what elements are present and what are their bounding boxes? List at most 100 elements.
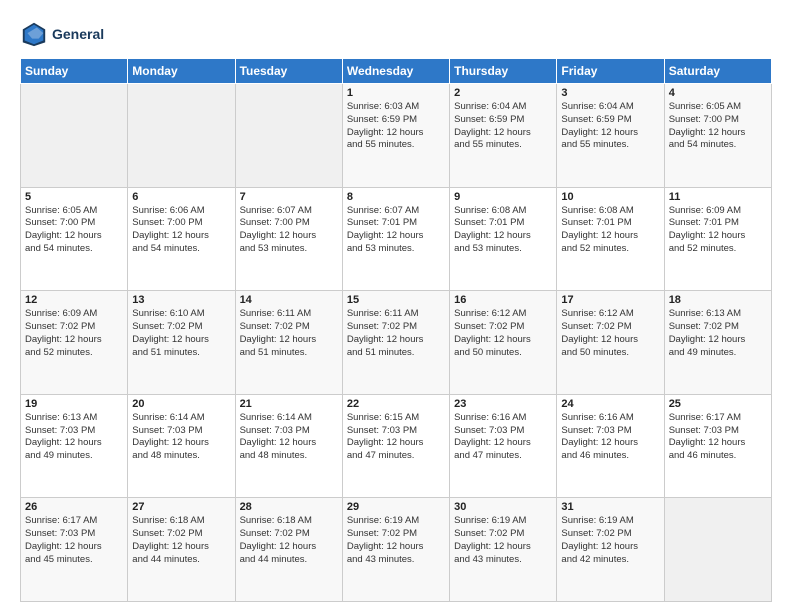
day-info: Sunrise: 6:17 AMSunset: 7:03 PMDaylight:… xyxy=(669,412,767,463)
day-cell: 9 Sunrise: 6:08 AMSunset: 7:01 PMDaylight… xyxy=(450,187,557,291)
day-number: 29 xyxy=(347,501,445,513)
day-number: 5 xyxy=(25,191,123,203)
day-cell: 19 Sunrise: 6:13 AMSunset: 7:03 PMDayligh… xyxy=(21,394,128,498)
day-info: Sunrise: 6:07 AMSunset: 7:00 PMDaylight:… xyxy=(240,205,338,256)
day-number: 19 xyxy=(25,398,123,410)
day-info: Sunrise: 6:06 AMSunset: 7:00 PMDaylight:… xyxy=(132,205,230,256)
day-info: Sunrise: 6:18 AMSunset: 7:02 PMDaylight:… xyxy=(132,515,230,566)
day-number: 31 xyxy=(561,501,659,513)
day-cell: 16 Sunrise: 6:12 AMSunset: 7:02 PMDayligh… xyxy=(450,291,557,395)
day-number: 7 xyxy=(240,191,338,203)
day-info: Sunrise: 6:08 AMSunset: 7:01 PMDaylight:… xyxy=(454,205,552,256)
week-row: 1 Sunrise: 6:03 AMSunset: 6:59 PMDaylight… xyxy=(21,84,772,188)
day-cell: 7 Sunrise: 6:07 AMSunset: 7:00 PMDaylight… xyxy=(235,187,342,291)
day-info: Sunrise: 6:13 AMSunset: 7:02 PMDaylight:… xyxy=(669,308,767,359)
day-cell: 1 Sunrise: 6:03 AMSunset: 6:59 PMDaylight… xyxy=(342,84,449,188)
day-info: Sunrise: 6:18 AMSunset: 7:02 PMDaylight:… xyxy=(240,515,338,566)
day-number: 13 xyxy=(132,294,230,306)
day-info: Sunrise: 6:04 AMSunset: 6:59 PMDaylight:… xyxy=(561,101,659,152)
day-cell: 18 Sunrise: 6:13 AMSunset: 7:02 PMDayligh… xyxy=(664,291,771,395)
day-info: Sunrise: 6:05 AMSunset: 7:00 PMDaylight:… xyxy=(25,205,123,256)
day-number: 18 xyxy=(669,294,767,306)
day-info: Sunrise: 6:11 AMSunset: 7:02 PMDaylight:… xyxy=(347,308,445,359)
logo: General xyxy=(20,20,104,48)
day-number: 4 xyxy=(669,87,767,99)
day-cell: 31Sunrise: 6:19 AMSunset: 7:02 PMDayligh… xyxy=(557,498,664,602)
day-number: 10 xyxy=(561,191,659,203)
day-header-saturday: Saturday xyxy=(664,59,771,84)
day-cell: 23 Sunrise: 6:16 AMSunset: 7:03 PMDayligh… xyxy=(450,394,557,498)
day-info: Sunrise: 6:12 AMSunset: 7:02 PMDaylight:… xyxy=(561,308,659,359)
day-header-wednesday: Wednesday xyxy=(342,59,449,84)
day-info: Sunrise: 6:10 AMSunset: 7:02 PMDaylight:… xyxy=(132,308,230,359)
day-number: 14 xyxy=(240,294,338,306)
day-cell: 24 Sunrise: 6:16 AMSunset: 7:03 PMDayligh… xyxy=(557,394,664,498)
day-cell xyxy=(235,84,342,188)
calendar-table: SundayMondayTuesdayWednesdayThursdayFrid… xyxy=(20,58,772,602)
day-number: 30 xyxy=(454,501,552,513)
day-info: Sunrise: 6:19 AMSunset: 7:02 PMDaylight:… xyxy=(454,515,552,566)
day-cell xyxy=(128,84,235,188)
page: General SundayMondayTuesdayWednesdayThur… xyxy=(0,0,792,612)
day-header-friday: Friday xyxy=(557,59,664,84)
day-cell: 12Sunrise: 6:09 AMSunset: 7:02 PMDayligh… xyxy=(21,291,128,395)
day-number: 27 xyxy=(132,501,230,513)
day-cell: 17 Sunrise: 6:12 AMSunset: 7:02 PMDayligh… xyxy=(557,291,664,395)
day-info: Sunrise: 6:03 AMSunset: 6:59 PMDaylight:… xyxy=(347,101,445,152)
day-info: Sunrise: 6:11 AMSunset: 7:02 PMDaylight:… xyxy=(240,308,338,359)
day-cell: 25 Sunrise: 6:17 AMSunset: 7:03 PMDayligh… xyxy=(664,394,771,498)
day-cell xyxy=(21,84,128,188)
day-cell: 3 Sunrise: 6:04 AMSunset: 6:59 PMDaylight… xyxy=(557,84,664,188)
day-info: Sunrise: 6:13 AMSunset: 7:03 PMDaylight:… xyxy=(25,412,123,463)
day-number: 17 xyxy=(561,294,659,306)
day-info: Sunrise: 6:12 AMSunset: 7:02 PMDaylight:… xyxy=(454,308,552,359)
day-cell: 15 Sunrise: 6:11 AMSunset: 7:02 PMDayligh… xyxy=(342,291,449,395)
day-cell: 20 Sunrise: 6:14 AMSunset: 7:03 PMDayligh… xyxy=(128,394,235,498)
day-number: 15 xyxy=(347,294,445,306)
day-info: Sunrise: 6:15 AMSunset: 7:03 PMDaylight:… xyxy=(347,412,445,463)
day-info: Sunrise: 6:09 AMSunset: 7:01 PMDaylight:… xyxy=(669,205,767,256)
week-row: 12Sunrise: 6:09 AMSunset: 7:02 PMDayligh… xyxy=(21,291,772,395)
day-cell: 26Sunrise: 6:17 AMSunset: 7:03 PMDayligh… xyxy=(21,498,128,602)
day-cell: 10 Sunrise: 6:08 AMSunset: 7:01 PMDayligh… xyxy=(557,187,664,291)
day-number: 25 xyxy=(669,398,767,410)
logo-icon xyxy=(20,20,48,48)
day-number: 9 xyxy=(454,191,552,203)
day-number: 16 xyxy=(454,294,552,306)
day-cell: 11 Sunrise: 6:09 AMSunset: 7:01 PMDayligh… xyxy=(664,187,771,291)
day-number: 23 xyxy=(454,398,552,410)
day-header-monday: Monday xyxy=(128,59,235,84)
day-number: 24 xyxy=(561,398,659,410)
day-info: Sunrise: 6:16 AMSunset: 7:03 PMDaylight:… xyxy=(561,412,659,463)
day-info: Sunrise: 6:07 AMSunset: 7:01 PMDaylight:… xyxy=(347,205,445,256)
day-number: 21 xyxy=(240,398,338,410)
day-cell: 4 Sunrise: 6:05 AMSunset: 7:00 PMDaylight… xyxy=(664,84,771,188)
day-cell: 28Sunrise: 6:18 AMSunset: 7:02 PMDayligh… xyxy=(235,498,342,602)
day-info: Sunrise: 6:05 AMSunset: 7:00 PMDaylight:… xyxy=(669,101,767,152)
day-cell: 2Sunrise: 6:04 AMSunset: 6:59 PMDaylight… xyxy=(450,84,557,188)
day-cell xyxy=(664,498,771,602)
day-number: 6 xyxy=(132,191,230,203)
day-cell: 8 Sunrise: 6:07 AMSunset: 7:01 PMDaylight… xyxy=(342,187,449,291)
day-number: 22 xyxy=(347,398,445,410)
day-info: Sunrise: 6:14 AMSunset: 7:03 PMDaylight:… xyxy=(240,412,338,463)
day-cell: 5 Sunrise: 6:05 AMSunset: 7:00 PMDaylight… xyxy=(21,187,128,291)
day-header-sunday: Sunday xyxy=(21,59,128,84)
day-info: Sunrise: 6:14 AMSunset: 7:03 PMDaylight:… xyxy=(132,412,230,463)
day-info: Sunrise: 6:09 AMSunset: 7:02 PMDaylight:… xyxy=(25,308,123,359)
day-info: Sunrise: 6:16 AMSunset: 7:03 PMDaylight:… xyxy=(454,412,552,463)
day-info: Sunrise: 6:19 AMSunset: 7:02 PMDaylight:… xyxy=(347,515,445,566)
day-number: 8 xyxy=(347,191,445,203)
day-info: Sunrise: 6:08 AMSunset: 7:01 PMDaylight:… xyxy=(561,205,659,256)
day-cell: 30 Sunrise: 6:19 AMSunset: 7:02 PMDayligh… xyxy=(450,498,557,602)
week-row: 26Sunrise: 6:17 AMSunset: 7:03 PMDayligh… xyxy=(21,498,772,602)
day-cell: 21 Sunrise: 6:14 AMSunset: 7:03 PMDayligh… xyxy=(235,394,342,498)
day-header-tuesday: Tuesday xyxy=(235,59,342,84)
day-number: 26 xyxy=(25,501,123,513)
day-cell: 14 Sunrise: 6:11 AMSunset: 7:02 PMDayligh… xyxy=(235,291,342,395)
day-number: 20 xyxy=(132,398,230,410)
day-number: 3 xyxy=(561,87,659,99)
day-number: 1 xyxy=(347,87,445,99)
day-number: 11 xyxy=(669,191,767,203)
header: General xyxy=(20,20,772,48)
